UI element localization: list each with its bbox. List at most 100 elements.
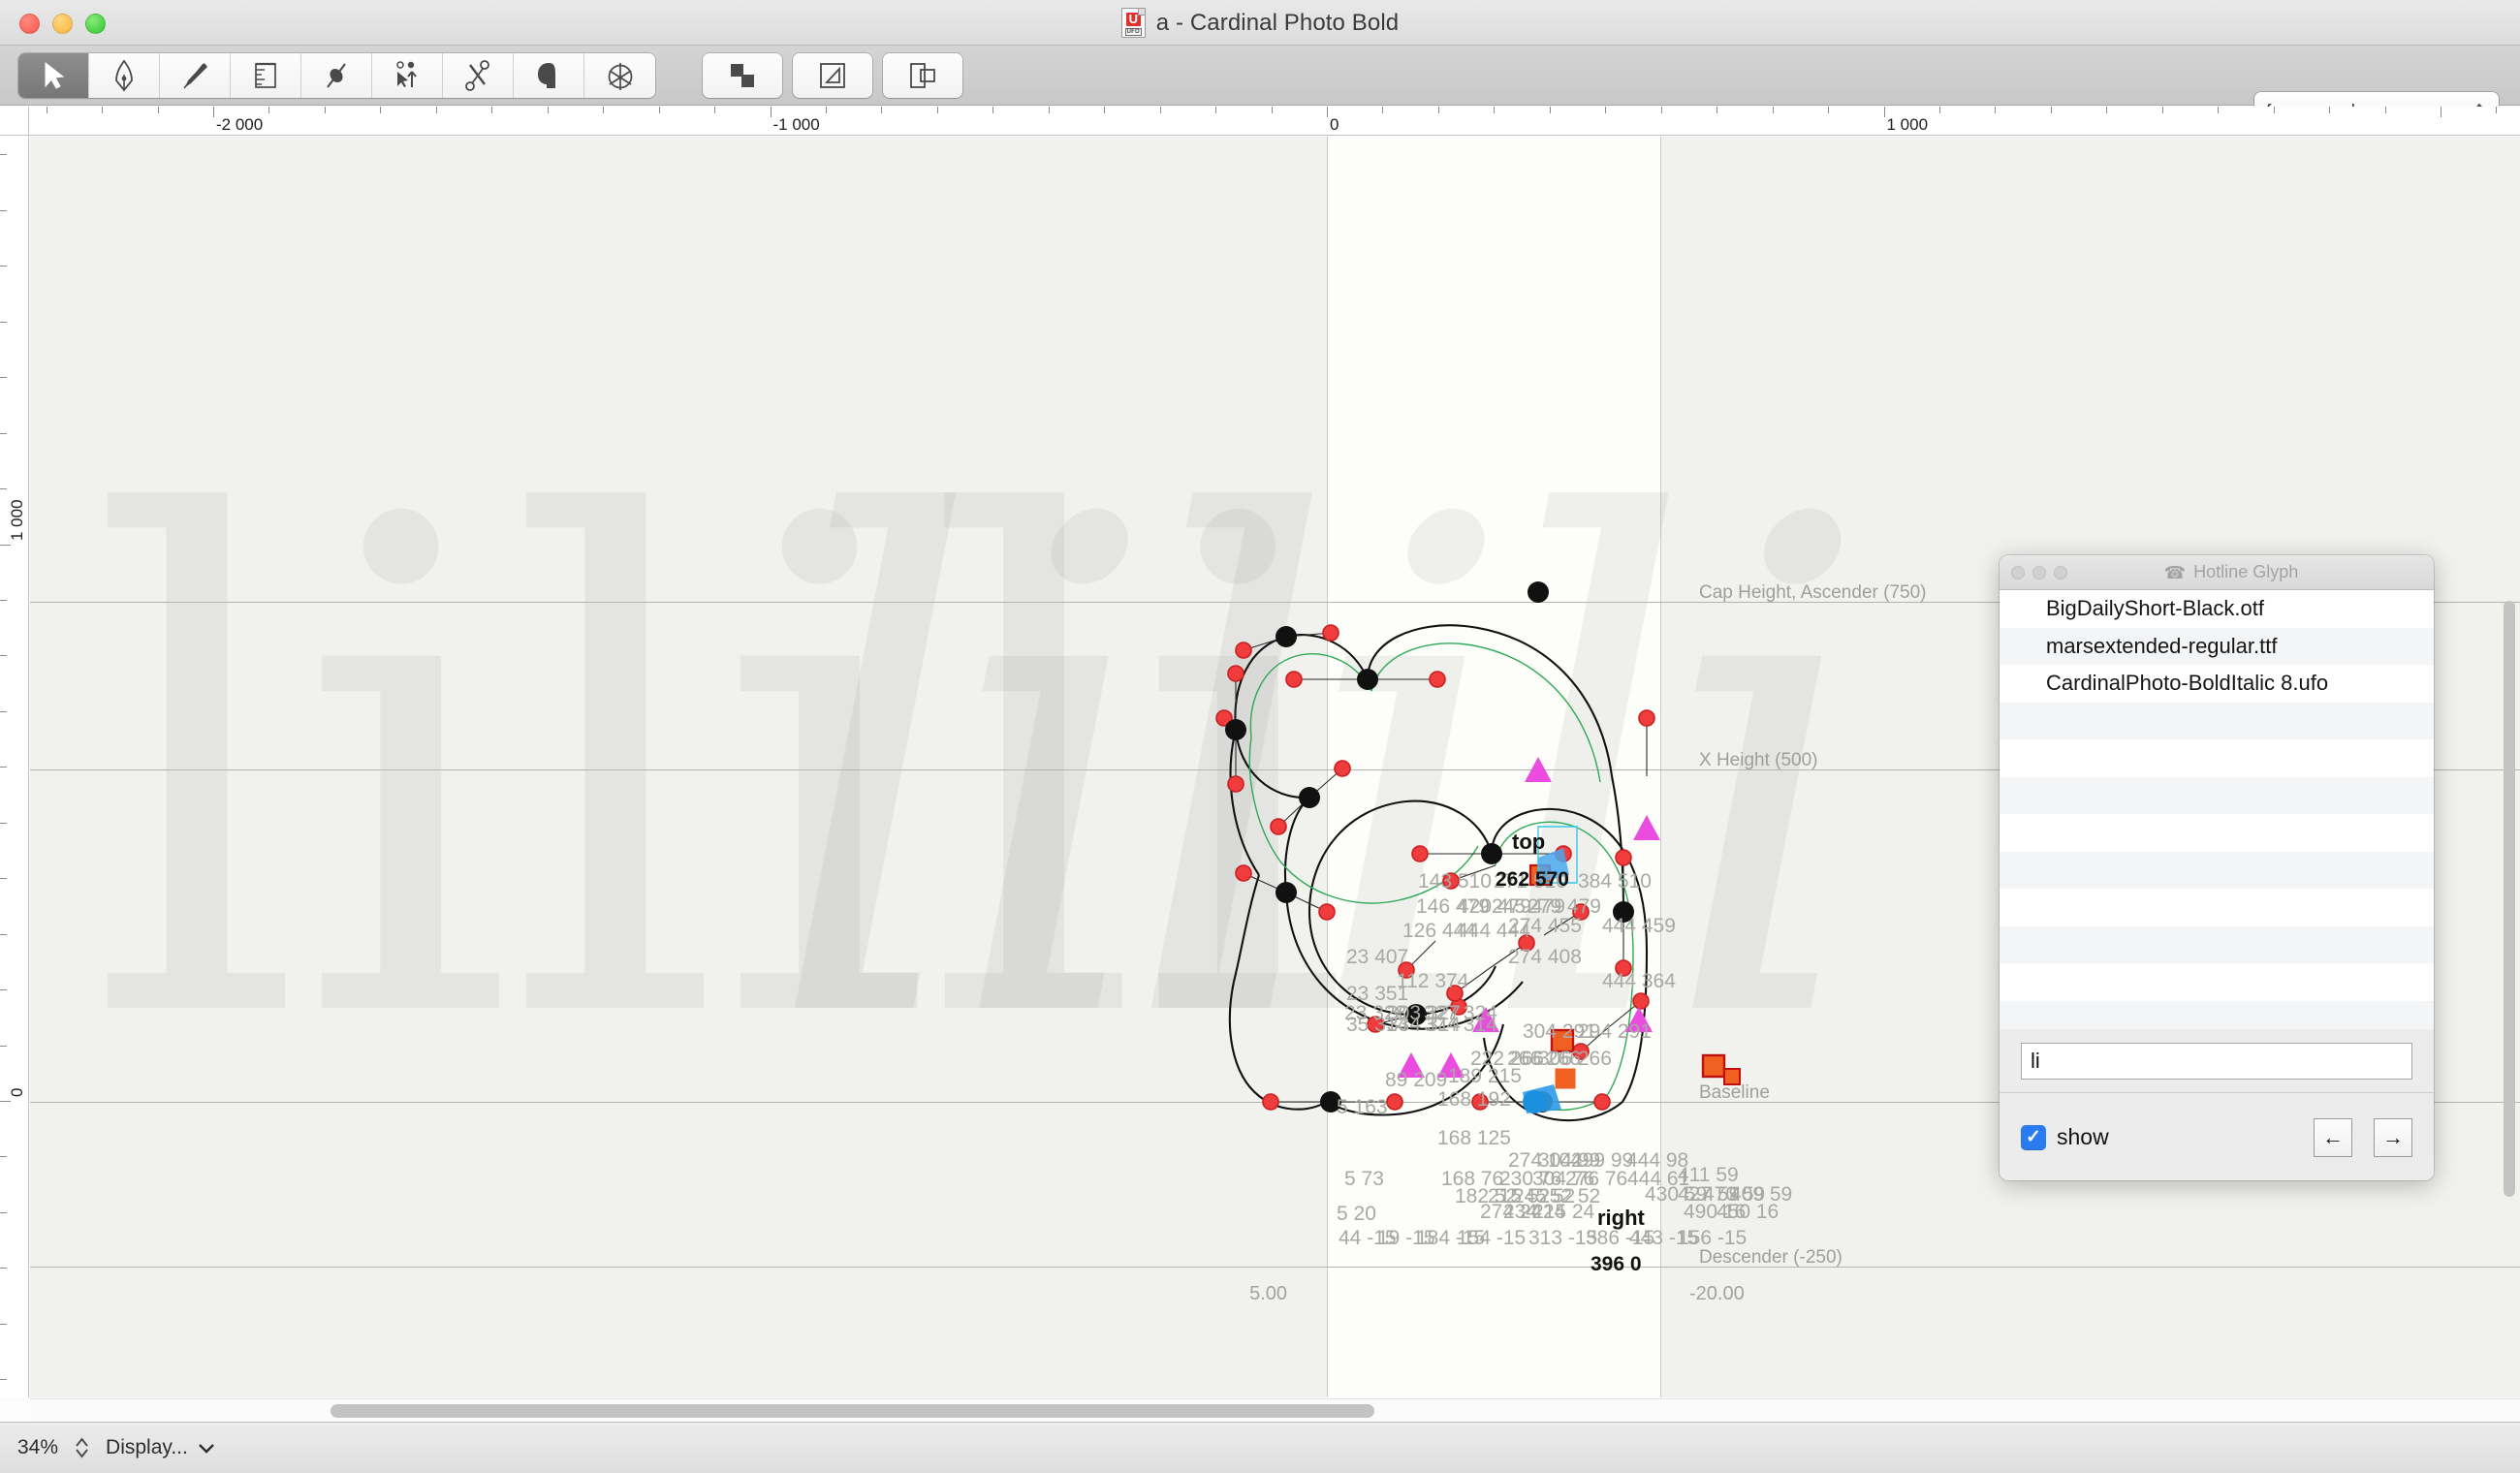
ruler-tick bbox=[0, 1268, 7, 1269]
ruler-tick bbox=[1995, 107, 1997, 113]
boolean-ops-button[interactable] bbox=[703, 53, 782, 98]
point-label: 274 455 bbox=[1508, 915, 1582, 937]
compare-layers-button[interactable] bbox=[883, 53, 962, 98]
font-list-empty-row bbox=[2000, 851, 2434, 889]
toolbar: foreground bbox=[0, 46, 2520, 133]
ruler-tick bbox=[213, 107, 214, 117]
horizontal-scrollbar-thumb[interactable] bbox=[331, 1404, 1374, 1418]
show-checkbox-wrapper[interactable]: ✓ show bbox=[2021, 1124, 2109, 1150]
transform-button[interactable] bbox=[793, 53, 872, 98]
ruler-tick bbox=[1549, 107, 1551, 113]
shape-tool[interactable] bbox=[514, 53, 584, 98]
ruler-tick bbox=[2050, 107, 2052, 113]
ruler-tick bbox=[714, 107, 716, 113]
vertical-scrollbar[interactable] bbox=[2499, 581, 2520, 1221]
font-list-item[interactable]: marsextended-regular.ttf bbox=[2000, 627, 2434, 665]
show-checkbox-label: show bbox=[2057, 1124, 2109, 1149]
tangent-point-icon bbox=[327, 63, 346, 88]
ruler-tick bbox=[603, 107, 605, 113]
ruler-tick bbox=[547, 107, 549, 113]
glyph-search-input[interactable]: li bbox=[2021, 1042, 2412, 1080]
cursor-points-icon bbox=[396, 61, 417, 87]
ruler-label-h: -2 000 bbox=[216, 115, 264, 134]
point-name-top: top bbox=[1512, 830, 1546, 854]
horizontal-ruler[interactable]: -2 000 -1 000 0 1 000 bbox=[0, 107, 2520, 136]
font-list-item[interactable]: CardinalPhoto-BoldItalic 8.ufo bbox=[2000, 665, 2434, 703]
shape-edit-tool[interactable] bbox=[372, 53, 443, 98]
scissors-tool[interactable] bbox=[443, 53, 514, 98]
ruler-tick bbox=[0, 377, 7, 379]
ruler-tick bbox=[0, 1323, 7, 1325]
panel-minimize-button[interactable] bbox=[2032, 565, 2046, 580]
next-glyph-button[interactable]: → bbox=[2374, 1117, 2412, 1157]
overlap-squares-icon bbox=[731, 64, 754, 87]
hotline-glyph-panel: ☎ Hotline Glyph BigDailyShort-Black.otf m… bbox=[2000, 555, 2434, 1180]
point-label: 168 125 bbox=[1437, 1127, 1511, 1149]
point-label: 143 510 bbox=[1418, 870, 1492, 893]
anchor-tool[interactable] bbox=[584, 53, 655, 98]
ruler-tick bbox=[0, 488, 7, 490]
transform-square-icon bbox=[820, 63, 845, 88]
search-field-area: li bbox=[2000, 1029, 2434, 1093]
ruler-tick bbox=[2106, 107, 2108, 113]
point-label: 384 510 bbox=[1578, 870, 1652, 893]
tangent-tool[interactable] bbox=[301, 53, 372, 98]
font-list-item[interactable]: BigDailyShort-Black.otf bbox=[2000, 590, 2434, 628]
ruler-tick bbox=[0, 432, 7, 434]
ruler-tick bbox=[1605, 107, 1607, 113]
ruler-tick bbox=[1159, 107, 1161, 113]
ruler-tick bbox=[658, 107, 660, 113]
arrow-cursor-icon bbox=[45, 61, 65, 89]
select-tool[interactable] bbox=[18, 53, 89, 98]
chevron-down-icon bbox=[198, 1443, 214, 1454]
point-label: 189 215 bbox=[1448, 1065, 1522, 1087]
font-list-empty-row bbox=[2000, 814, 2434, 852]
vertical-ruler[interactable]: 1 000 0 bbox=[0, 136, 29, 1397]
panel-footer: ✓ show ← → bbox=[2000, 1094, 2434, 1180]
panel-title-bar: ☎ Hotline Glyph bbox=[2000, 555, 2434, 590]
display-menu[interactable]: Display... bbox=[106, 1436, 215, 1459]
vertical-scrollbar-thumb[interactable] bbox=[2504, 601, 2515, 1197]
show-checkbox[interactable]: ✓ bbox=[2021, 1124, 2046, 1150]
panel-close-button[interactable] bbox=[2011, 565, 2025, 580]
font-list-empty-row bbox=[2000, 702, 2434, 739]
horizontal-scrollbar[interactable] bbox=[30, 1398, 2520, 1422]
panel-zoom-button[interactable] bbox=[2054, 565, 2067, 580]
scissors-icon bbox=[465, 60, 489, 91]
ruler-tick bbox=[936, 107, 938, 113]
point-label: 274 408 bbox=[1508, 946, 1582, 968]
ruler-tick bbox=[0, 209, 7, 211]
ruler-tick bbox=[2329, 107, 2331, 113]
telephone-icon: ☎ bbox=[2163, 562, 2187, 582]
ruler-tick bbox=[380, 107, 382, 113]
point-label: 156 -15 bbox=[1678, 1227, 1748, 1249]
point-label: 168 192 bbox=[1437, 1088, 1511, 1111]
pen-tool[interactable] bbox=[89, 53, 160, 98]
font-list-empty-row bbox=[2000, 776, 2434, 814]
ruler-tick bbox=[157, 107, 159, 113]
ruler-tick bbox=[0, 822, 7, 824]
ruler-icon bbox=[255, 62, 276, 88]
up-down-stepper-icon bbox=[76, 1437, 88, 1458]
highlighted-point-label: 262 570 bbox=[1496, 868, 1569, 891]
ruler-tick bbox=[0, 1045, 7, 1047]
ruler-tick bbox=[1828, 107, 1830, 113]
ruler-tick bbox=[0, 878, 7, 880]
point-label: 5 73 bbox=[1344, 1168, 1384, 1190]
ruler-tick bbox=[268, 107, 270, 113]
font-list-empty-row bbox=[2000, 739, 2434, 777]
knife-icon bbox=[183, 63, 207, 89]
glyph-editor-window: U UFO a - Cardinal Photo Bold -2 000 -1 … bbox=[0, 0, 2520, 1473]
ruler-tick bbox=[770, 107, 772, 117]
ruler-tick bbox=[0, 1379, 7, 1381]
measure-tool[interactable] bbox=[231, 53, 301, 98]
prev-glyph-button[interactable]: ← bbox=[2314, 1117, 2352, 1157]
ruler-tick bbox=[1772, 107, 1774, 113]
knife-tool[interactable] bbox=[160, 53, 231, 98]
anchor-circle-icon bbox=[608, 63, 632, 90]
ruler-tick bbox=[992, 107, 994, 113]
font-list[interactable]: BigDailyShort-Black.otf marsextended-regu… bbox=[2000, 590, 2434, 1029]
zoom-stepper[interactable] bbox=[74, 1436, 90, 1459]
ruler-corner bbox=[0, 107, 29, 136]
ruler-tick bbox=[2384, 107, 2386, 113]
